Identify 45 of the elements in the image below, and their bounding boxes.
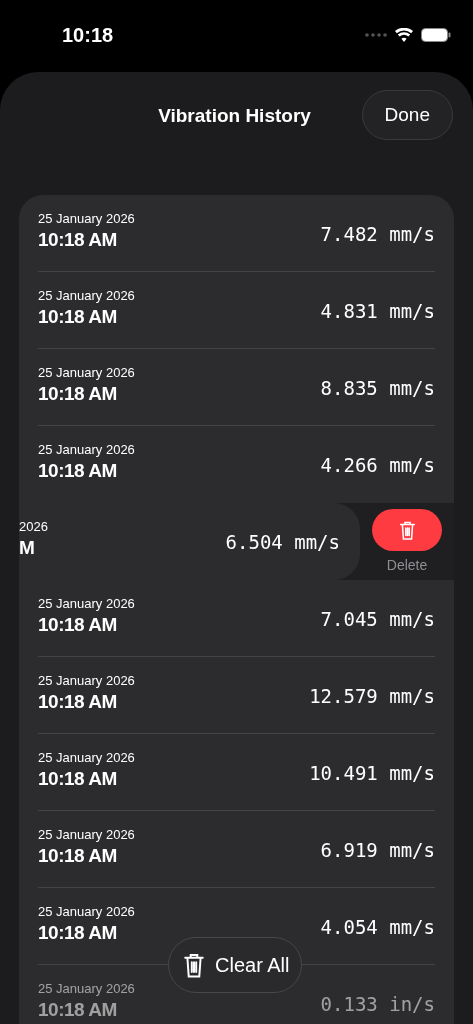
entry-time: 10:18 AM (38, 844, 118, 868)
entry-value: 0.133 in/s (320, 993, 435, 1017)
entry-value: 4.831 mm/s (320, 300, 435, 324)
entry-date: 25 January 2026 (38, 827, 135, 843)
entry-date: 25 January 2026 (38, 288, 135, 304)
entry-value: 7.482 mm/s (320, 223, 435, 247)
delete-button[interactable] (372, 509, 442, 551)
entry-value: 12.579 mm/s (309, 685, 435, 709)
entry-value: 4.266 mm/s (320, 454, 435, 478)
trash-icon (398, 519, 416, 541)
wifi-icon (395, 28, 413, 42)
entry-value: 6.919 mm/s (320, 839, 435, 863)
entry-time: 10:18 AM (38, 767, 118, 791)
entry-date: 25 January 2026 (38, 750, 135, 766)
status-time: 10:18 (62, 24, 114, 47)
entry-value: 6.504 mm/s (225, 531, 340, 555)
screen-title: Vibration History (158, 105, 311, 127)
entry-date: 25 January 2026 (38, 904, 135, 920)
entry-date: 25 January 2026 (38, 365, 135, 381)
entry-value: 7.045 mm/s (320, 608, 435, 632)
entry-value: 4.054 mm/s (320, 916, 435, 940)
entry-time: 10:18 AM (38, 382, 118, 406)
entry-value: 8.835 mm/s (320, 377, 435, 401)
entry-value: 10.491 mm/s (309, 762, 435, 786)
done-button[interactable]: Done (361, 90, 453, 140)
entry-date: 25 January 2026 (38, 673, 135, 689)
entry-time: 10:18 AM (38, 228, 118, 252)
entry-date: 25 January 2026 (38, 981, 135, 997)
delete-label: Delete (386, 557, 428, 573)
entry-time: 10:18 AM (38, 998, 118, 1022)
entry-date: 25 January 2026 (38, 442, 135, 458)
trash-icon (183, 951, 205, 979)
entry-time: 10:18 AM (38, 305, 118, 329)
clear-all-button[interactable]: Clear All (168, 937, 303, 993)
entry-date: 25 January 2026 (38, 596, 135, 612)
signal-icon (365, 33, 387, 37)
entry-date: 2026 (19, 519, 48, 535)
battery-icon (421, 28, 451, 42)
swiped-row[interactable]: 2026 M 6.504 mm/s Delete (19, 503, 454, 580)
entry-date: 25 January 2026 (38, 211, 135, 227)
entry-time: 10:18 AM (38, 459, 118, 483)
entry-time: 10:18 AM (38, 921, 118, 945)
entry-time: 10:18 AM (38, 613, 118, 637)
entry-time: 10:18 AM (38, 690, 118, 714)
entry-time: M (19, 536, 36, 560)
